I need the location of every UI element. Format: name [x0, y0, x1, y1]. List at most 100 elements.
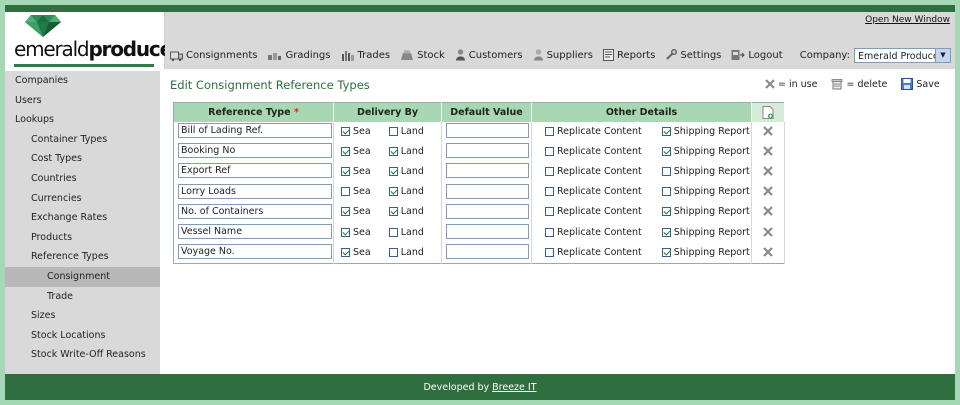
delete-row-icon[interactable] — [763, 146, 773, 156]
sea-checkbox[interactable]: Sea — [341, 146, 371, 157]
nav-suppliers[interactable]: Suppliers — [533, 49, 593, 61]
sidebar-item-trade[interactable]: Trade — [5, 287, 160, 307]
add-row-icon[interactable] — [762, 106, 774, 119]
replicate-content-checkbox[interactable]: Replicate Content — [545, 126, 642, 137]
shipping-report-checkbox[interactable]: Shipping Report — [661, 227, 750, 238]
nav-settings[interactable]: Settings — [665, 49, 721, 61]
checkbox-box[interactable] — [388, 187, 398, 197]
nav-consignments[interactable]: Consignments — [170, 49, 257, 61]
replicate-content-checkbox[interactable]: Replicate Content — [545, 227, 642, 238]
shipping-report-checkbox[interactable]: Shipping Report — [661, 206, 750, 217]
sidebar-item-cost-types[interactable]: Cost Types — [5, 149, 160, 169]
checkbox-box[interactable] — [661, 207, 671, 217]
sidebar-item-countries[interactable]: Countries — [5, 169, 160, 189]
footer-company-link[interactable]: Breeze IT — [492, 382, 536, 393]
reference-type-input[interactable]: Export Ref — [178, 163, 332, 179]
reference-type-input[interactable]: Bill of Lading Ref. — [178, 123, 332, 139]
sidebar-item-consignment[interactable]: Consignment — [5, 266, 160, 287]
checkbox-box[interactable] — [341, 187, 350, 197]
delete-row-icon[interactable] — [763, 166, 773, 176]
nav-gradings[interactable]: Gradings — [267, 49, 331, 61]
sidebar-item-sizes[interactable]: Sizes — [5, 306, 160, 326]
checkbox-box[interactable] — [341, 227, 350, 237]
sidebar-item-container-types[interactable]: Container Types — [5, 130, 160, 150]
checkbox-box[interactable] — [341, 166, 350, 176]
checkbox-box[interactable] — [661, 227, 671, 237]
checkbox-box[interactable] — [661, 187, 671, 197]
replicate-content-checkbox[interactable]: Replicate Content — [545, 166, 642, 177]
open-new-window-link[interactable]: Open New Window — [865, 15, 950, 25]
land-checkbox[interactable]: Land — [388, 166, 424, 177]
checkbox-box[interactable] — [388, 146, 398, 156]
checkbox-box[interactable] — [388, 227, 398, 237]
default-value-input[interactable] — [446, 143, 529, 159]
shipping-report-checkbox[interactable]: Shipping Report — [661, 166, 750, 177]
shipping-report-checkbox[interactable]: Shipping Report — [661, 126, 750, 137]
sidebar-item-exchange-rates[interactable]: Exchange Rates — [5, 208, 160, 228]
sea-checkbox[interactable]: Sea — [341, 166, 371, 177]
delete-row-icon[interactable] — [763, 186, 773, 196]
reference-type-input[interactable]: Lorry Loads — [178, 183, 332, 199]
default-value-input[interactable] — [446, 163, 529, 179]
land-checkbox[interactable]: Land — [388, 227, 424, 238]
checkbox-box[interactable] — [545, 187, 554, 197]
nav-reports[interactable]: Reports — [603, 49, 655, 61]
delete-row-icon[interactable] — [763, 206, 773, 217]
sidebar-item-companies[interactable]: Companies — [5, 71, 160, 91]
default-value-input[interactable] — [446, 203, 529, 219]
sidebar-item-currencies[interactable]: Currencies — [5, 189, 160, 209]
sidebar-item-users[interactable]: Users — [5, 91, 160, 111]
nav-stock[interactable]: Stock — [400, 49, 445, 61]
checkbox-box[interactable] — [661, 166, 671, 176]
delete-row-icon[interactable] — [763, 246, 773, 257]
reference-type-input[interactable]: No. of Containers — [178, 203, 332, 219]
nav-customers[interactable]: Customers — [455, 49, 523, 61]
shipping-report-checkbox[interactable]: Shipping Report — [661, 146, 750, 157]
sea-checkbox[interactable]: Sea — [341, 227, 371, 238]
shipping-report-checkbox[interactable]: Shipping Report — [661, 247, 750, 258]
company-select[interactable]: Emerald Produce ▼ — [854, 48, 951, 63]
replicate-content-checkbox[interactable]: Replicate Content — [545, 247, 642, 258]
reference-type-input[interactable]: Voyage No. — [178, 244, 332, 260]
checkbox-box[interactable] — [545, 207, 554, 217]
default-value-input[interactable] — [446, 244, 529, 260]
reference-type-input[interactable]: Vessel Name — [178, 224, 332, 240]
reference-type-input[interactable]: Booking No — [178, 143, 332, 159]
delete-row-icon[interactable] — [763, 226, 773, 237]
checkbox-box[interactable] — [545, 146, 554, 156]
default-value-input[interactable] — [446, 183, 529, 199]
land-checkbox[interactable]: Land — [388, 247, 424, 258]
sidebar-item-reference-types[interactable]: Reference Types — [5, 247, 160, 267]
replicate-content-checkbox[interactable]: Replicate Content — [545, 146, 642, 157]
checkbox-box[interactable] — [341, 126, 350, 136]
checkbox-box[interactable] — [661, 146, 671, 156]
land-checkbox[interactable]: Land — [388, 146, 424, 157]
shipping-report-checkbox[interactable]: Shipping Report — [661, 186, 750, 197]
save-button[interactable]: Save — [901, 78, 940, 90]
checkbox-box[interactable] — [545, 227, 554, 237]
nav-trades[interactable]: Trades — [341, 49, 390, 61]
land-checkbox[interactable]: Land — [388, 186, 424, 197]
checkbox-box[interactable] — [388, 166, 398, 176]
checkbox-box[interactable] — [545, 126, 554, 136]
sidebar-item-stock-write-off-reasons[interactable]: Stock Write-Off Reasons — [5, 345, 160, 365]
checkbox-box[interactable] — [545, 247, 554, 257]
default-value-input[interactable] — [446, 224, 529, 240]
replicate-content-checkbox[interactable]: Replicate Content — [545, 206, 642, 217]
checkbox-box[interactable] — [341, 207, 350, 217]
sea-checkbox[interactable]: Sea — [341, 247, 371, 258]
default-value-input[interactable] — [446, 123, 529, 139]
nav-logout[interactable]: Logout — [731, 49, 783, 61]
checkbox-box[interactable] — [388, 247, 398, 257]
sidebar-item-stock-locations[interactable]: Stock Locations — [5, 326, 160, 346]
chevron-down-icon[interactable]: ▼ — [935, 49, 950, 62]
sea-checkbox[interactable]: Sea — [341, 126, 371, 137]
checkbox-box[interactable] — [341, 146, 350, 156]
checkbox-box[interactable] — [341, 247, 350, 257]
delete-row-icon[interactable] — [763, 125, 773, 136]
land-checkbox[interactable]: Land — [388, 126, 424, 137]
checkbox-box[interactable] — [661, 126, 671, 136]
checkbox-box[interactable] — [388, 126, 398, 136]
sidebar-item-products[interactable]: Products — [5, 228, 160, 248]
sidebar-item-lookups[interactable]: Lookups — [5, 110, 160, 130]
